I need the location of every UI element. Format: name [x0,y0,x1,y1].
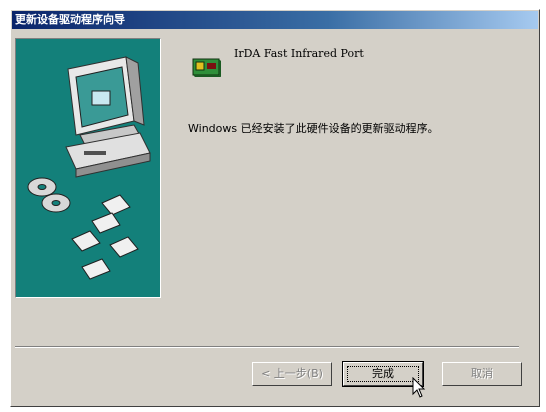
title-bar[interactable]: 更新设备驱动程序向导 [12,11,538,29]
device-name: IrDA Fast Infrared Port [234,47,364,60]
computer-with-discs-icon [27,56,151,280]
infrared-port-icon [192,58,221,77]
back-button[interactable]: < 上一步(B) [252,362,332,386]
finish-button[interactable]: 完成 [342,361,424,387]
install-complete-message: Windows 已经安装了此硬件设备的更新驱动程序。 [188,122,439,135]
focus-rect [347,366,419,382]
cancel-button[interactable]: 取消 [442,362,522,386]
mouse-pointer-icon [412,377,426,398]
wizard-side-panel [15,38,161,298]
button-divider [15,346,519,348]
